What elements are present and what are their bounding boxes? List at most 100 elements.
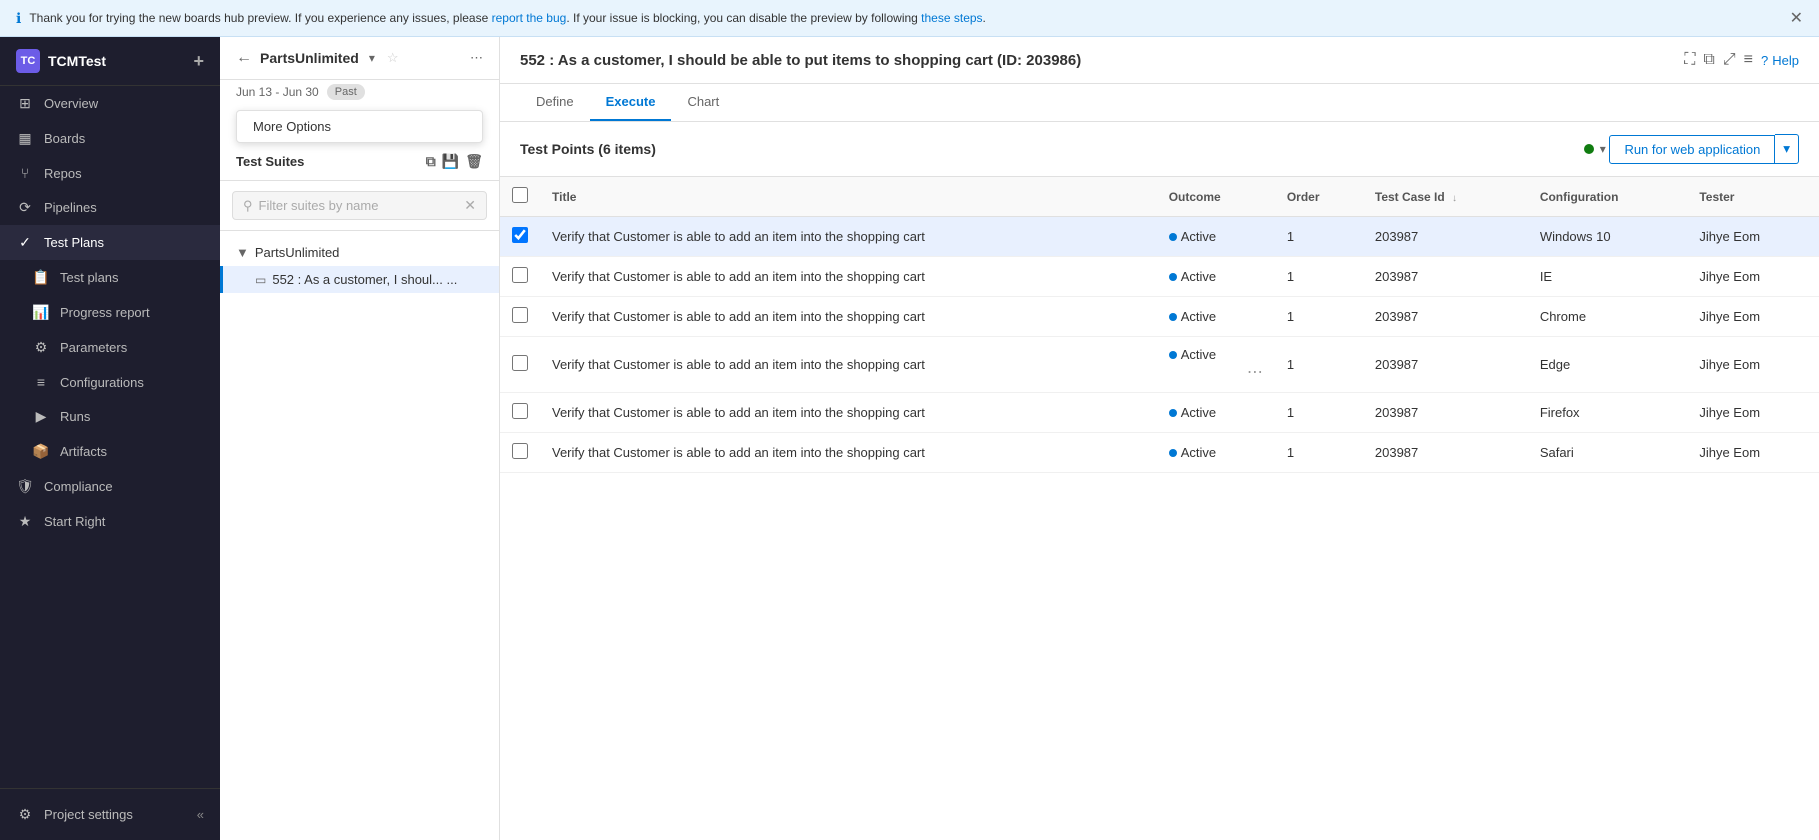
date-range: Jun 13 - Jun 30 (236, 85, 319, 99)
th-test-case-id[interactable]: Test Case Id ↓ (1363, 177, 1528, 217)
row-checkbox[interactable] (512, 307, 528, 323)
table-row: Verify that Customer is able to add an i… (500, 337, 1819, 393)
tree-parent-label: PartsUnlimited (255, 245, 340, 260)
row-configuration: Windows 10 (1528, 217, 1688, 257)
row-tester: Jihye Eom (1687, 393, 1819, 433)
test-points-title: Test Points (6 items) (520, 141, 656, 157)
sidebar-item-overview[interactable]: ⊞ Overview (0, 86, 220, 121)
sidebar-item-test-plans-sub[interactable]: 📋 Test plans (0, 260, 220, 295)
row-checkbox[interactable] (512, 227, 528, 243)
sidebar-item-label: Runs (60, 409, 90, 424)
row-tester: Jihye Eom (1687, 337, 1819, 393)
run-for-web-btn[interactable]: Run for web application (1609, 135, 1775, 164)
sidebar-item-boards[interactable]: ▦ Boards (0, 121, 220, 156)
collapse-sidebar-btn[interactable]: « (197, 807, 204, 822)
sort-icon: ↓ (1452, 193, 1457, 204)
sidebar-item-start-right[interactable]: ★ Start Right (0, 504, 220, 539)
row-configuration: Safari (1528, 433, 1688, 473)
copy-suite-btn[interactable]: ⧉ (426, 153, 436, 170)
more-options-tooltip: More Options (236, 110, 483, 143)
row-tester: Jihye Eom (1687, 297, 1819, 337)
progress-report-icon: 📊 (32, 304, 50, 321)
row-outcome: Active (1157, 393, 1275, 433)
settings-btn[interactable]: ≡ (1744, 51, 1753, 69)
sidebar-item-repos[interactable]: ⑂ Repos (0, 156, 220, 190)
th-outcome: Outcome (1157, 177, 1275, 217)
title-actions: ⛶ ⧉ ⤢ ≡ ? Help (1684, 51, 1799, 69)
sidebar-item-compliance[interactable]: 🛡 Compliance (0, 469, 220, 504)
outcome-label: Active (1181, 229, 1216, 244)
row-tester: Jihye Eom (1687, 433, 1819, 473)
compliance-icon: 🛡 (16, 478, 34, 495)
sidebar-item-progress-report[interactable]: 📊 Progress report (0, 295, 220, 330)
sidebar-item-test-plans[interactable]: ✓ Test Plans (0, 225, 220, 260)
project-settings-label: Project settings (44, 807, 133, 822)
date-row: Jun 13 - Jun 30 Past (220, 80, 499, 110)
delete-suite-btn[interactable]: 🗑 (465, 153, 483, 170)
test-points-table: Title Outcome Order Test Case Id ↓ Confi… (500, 177, 1819, 473)
sidebar-item-configurations[interactable]: ≡ Configurations (0, 365, 220, 399)
filter-icon: ⚲ (243, 198, 253, 214)
filter-clear-btn[interactable]: ✕ (464, 197, 476, 214)
sidebar-item-label: Pipelines (44, 200, 97, 215)
boards-icon: ▦ (16, 130, 34, 147)
fullscreen-btn[interactable]: ⛶ (1684, 51, 1695, 69)
sidebar-item-pipelines[interactable]: ⟳ Pipelines (0, 190, 220, 225)
star-btn[interactable]: ☆ (387, 50, 399, 66)
outcome-dot (1169, 409, 1177, 417)
sidebar-item-label: Parameters (60, 340, 127, 355)
back-button[interactable]: ← (236, 49, 252, 67)
pipelines-icon: ⟳ (16, 199, 34, 216)
row-more-btn[interactable]: ⋯ (1247, 362, 1263, 382)
project-dropdown-btn[interactable]: ▾ (369, 51, 375, 65)
report-bug-link[interactable]: report the bug (492, 11, 567, 25)
table-row: Verify that Customer is able to add an i… (500, 393, 1819, 433)
tab-chart[interactable]: Chart (671, 84, 735, 121)
these-steps-link[interactable]: these steps (921, 11, 982, 25)
main-content: 552 : As a customer, I should be able to… (500, 37, 1819, 840)
row-checkbox[interactable] (512, 267, 528, 283)
tab-execute[interactable]: Execute (590, 84, 672, 121)
sidebar-item-parameters[interactable]: ⚙ Parameters (0, 330, 220, 365)
row-checkbox[interactable] (512, 443, 528, 459)
sidebar-item-artifacts[interactable]: 📦 Artifacts (0, 434, 220, 469)
more-options-middle-btn[interactable]: ⋯ (470, 50, 483, 66)
info-text: Thank you for trying the new boards hub … (29, 11, 986, 25)
sidebar-item-label: Overview (44, 96, 98, 111)
sidebar-header: TC TCMTest + (0, 37, 220, 86)
select-all-checkbox[interactable] (512, 187, 528, 203)
test-suites-header: Test Suites ⧉ 💾 🗑 (220, 143, 499, 181)
close-banner-btn[interactable]: ✕ (1790, 8, 1803, 28)
filter-suites-input[interactable] (259, 198, 459, 213)
row-order: 1 (1275, 393, 1363, 433)
add-project-btn[interactable]: + (193, 51, 204, 72)
split-view-btn[interactable]: ⧉ (1703, 51, 1714, 69)
tree-parent-node[interactable]: ▼ PartsUnlimited (220, 239, 499, 266)
status-dropdown-btn[interactable]: ▾ (1600, 142, 1606, 156)
row-order: 1 (1275, 257, 1363, 297)
row-test-case-id: 203987 (1363, 257, 1528, 297)
run-btn-dropdown[interactable]: ▾ (1775, 134, 1799, 164)
past-badge: Past (327, 84, 365, 100)
save-suite-btn[interactable]: 💾 (442, 153, 459, 170)
row-configuration: Chrome (1528, 297, 1688, 337)
row-checkbox-cell (500, 217, 540, 257)
row-title: Verify that Customer is able to add an i… (540, 217, 1157, 257)
expand-btn[interactable]: ⤢ (1723, 51, 1736, 69)
status-indicator: ▾ (1584, 142, 1606, 156)
sidebar-item-runs[interactable]: ▶ Runs (0, 399, 220, 434)
outcome-label: Active (1181, 269, 1216, 284)
sidebar-item-project-settings[interactable]: ⚙ Project settings « (0, 797, 220, 832)
parameters-icon: ⚙ (32, 339, 50, 356)
tree-child-node[interactable]: ▭ 552 : As a customer, I shoul... ... (220, 266, 499, 293)
help-link[interactable]: ? Help (1761, 53, 1799, 68)
row-title: Verify that Customer is able to add an i… (540, 337, 1157, 393)
help-icon: ? (1761, 53, 1768, 68)
row-checkbox[interactable] (512, 355, 528, 371)
row-checkbox[interactable] (512, 403, 528, 419)
tab-define[interactable]: Define (520, 84, 590, 121)
artifacts-icon: 📦 (32, 443, 50, 460)
sidebar-item-label: Compliance (44, 479, 113, 494)
row-order: 1 (1275, 297, 1363, 337)
row-outcome: Active (1157, 257, 1275, 297)
